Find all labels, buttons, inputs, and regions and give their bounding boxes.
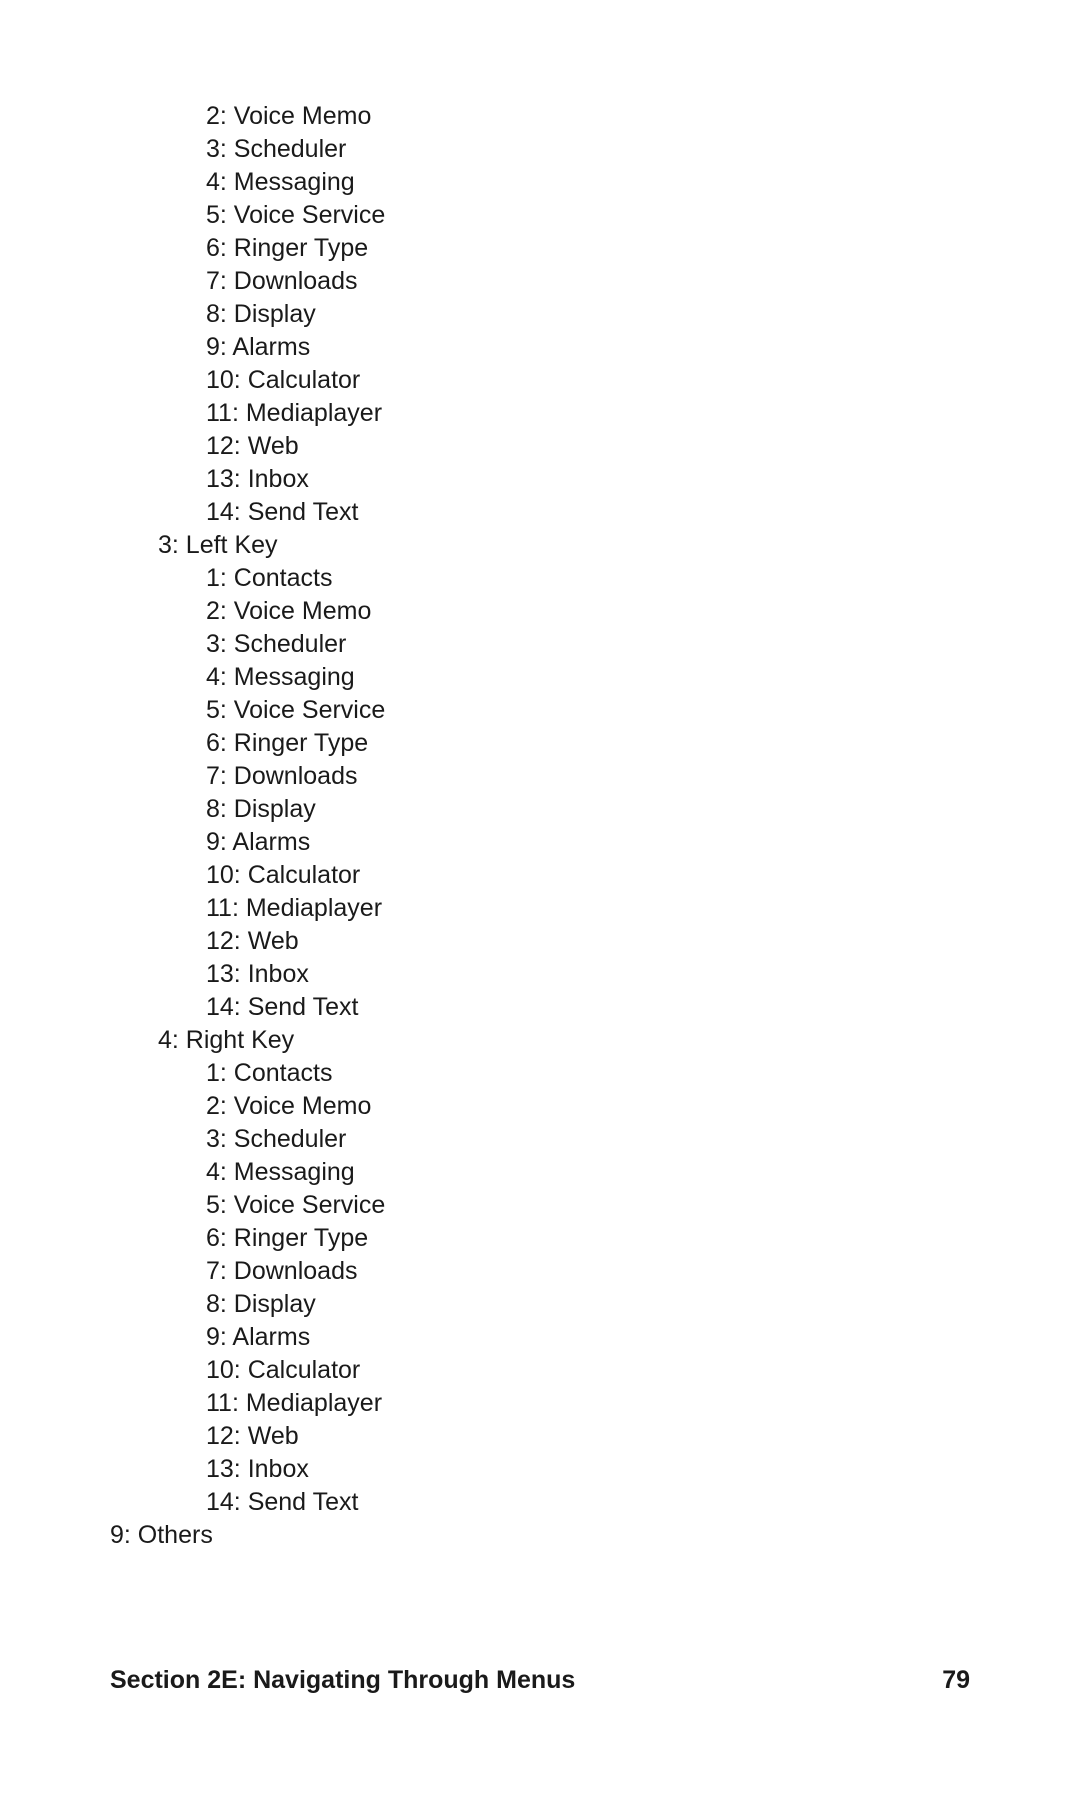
menu-item: 4: Right Key [110,1024,970,1057]
menu-item: 2: Voice Memo [110,595,970,628]
footer-section-title: Section 2E: Navigating Through Menus [110,1666,575,1695]
menu-item: 6: Ringer Type [110,1222,970,1255]
menu-item: 10: Calculator [110,364,970,397]
menu-item: 12: Web [110,1420,970,1453]
menu-item: 8: Display [110,793,970,826]
menu-item: 7: Downloads [110,1255,970,1288]
menu-item: 3: Left Key [110,529,970,562]
menu-item: 4: Messaging [110,1156,970,1189]
menu-item: 14: Send Text [110,496,970,529]
menu-item: 10: Calculator [110,1354,970,1387]
menu-item: 9: Alarms [110,826,970,859]
menu-item: 5: Voice Service [110,694,970,727]
menu-item: 13: Inbox [110,1453,970,1486]
page-footer: Section 2E: Navigating Through Menus 79 [110,1666,970,1695]
menu-item: 12: Web [110,430,970,463]
menu-item: 9: Alarms [110,1321,970,1354]
menu-item: 12: Web [110,925,970,958]
menu-item: 4: Messaging [110,166,970,199]
menu-item: 11: Mediaplayer [110,892,970,925]
menu-item: 5: Voice Service [110,199,970,232]
menu-item: 3: Scheduler [110,133,970,166]
menu-item: 4: Messaging [110,661,970,694]
menu-item: 3: Scheduler [110,1123,970,1156]
menu-item: 8: Display [110,298,970,331]
menu-item: 13: Inbox [110,958,970,991]
menu-item: 8: Display [110,1288,970,1321]
menu-item: 5: Voice Service [110,1189,970,1222]
menu-item: 9: Alarms [110,331,970,364]
menu-item: 7: Downloads [110,265,970,298]
menu-item: 10: Calculator [110,859,970,892]
menu-item: 13: Inbox [110,463,970,496]
menu-item: 6: Ringer Type [110,232,970,265]
menu-item: 7: Downloads [110,760,970,793]
menu-item: 2: Voice Memo [110,1090,970,1123]
menu-item: 1: Contacts [110,562,970,595]
menu-item: 11: Mediaplayer [110,397,970,430]
menu-item: 9: Others [110,1519,970,1552]
menu-item: 2: Voice Memo [110,100,970,133]
footer-page-number: 79 [942,1666,970,1695]
menu-item: 14: Send Text [110,1486,970,1519]
menu-item: 14: Send Text [110,991,970,1024]
menu-item: 1: Contacts [110,1057,970,1090]
menu-item: 6: Ringer Type [110,727,970,760]
menu-list: 2: Voice Memo3: Scheduler4: Messaging5: … [110,100,970,1552]
menu-item: 11: Mediaplayer [110,1387,970,1420]
menu-item: 3: Scheduler [110,628,970,661]
